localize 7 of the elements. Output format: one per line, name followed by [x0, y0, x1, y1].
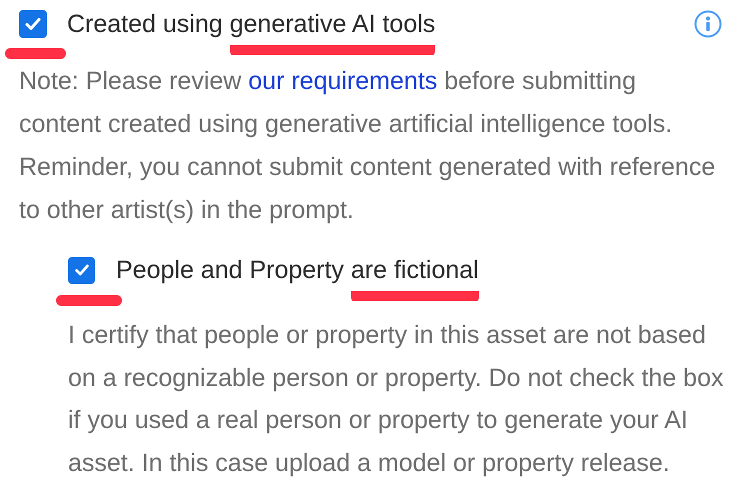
requirements-link[interactable]: our requirements: [248, 67, 438, 95]
checkbox[interactable]: [19, 10, 47, 38]
info-icon[interactable]: [694, 10, 722, 38]
checkbox-label: People and Property are fictional: [116, 256, 479, 302]
note-text: Note: Please review our requirements before submitting content created using generative artificial intelligence tools. Reminder, you cannot submit content generated with reference to other artist(s) in the prompt.: [19, 66, 716, 226]
note-text: I certify that people or property in this asset are not based on a recognizable person or property. Do not check the box if you used a real person or property to generate your AI asset. In this case upload a model or property release.: [68, 320, 724, 478]
checkbox[interactable]: [68, 256, 95, 284]
